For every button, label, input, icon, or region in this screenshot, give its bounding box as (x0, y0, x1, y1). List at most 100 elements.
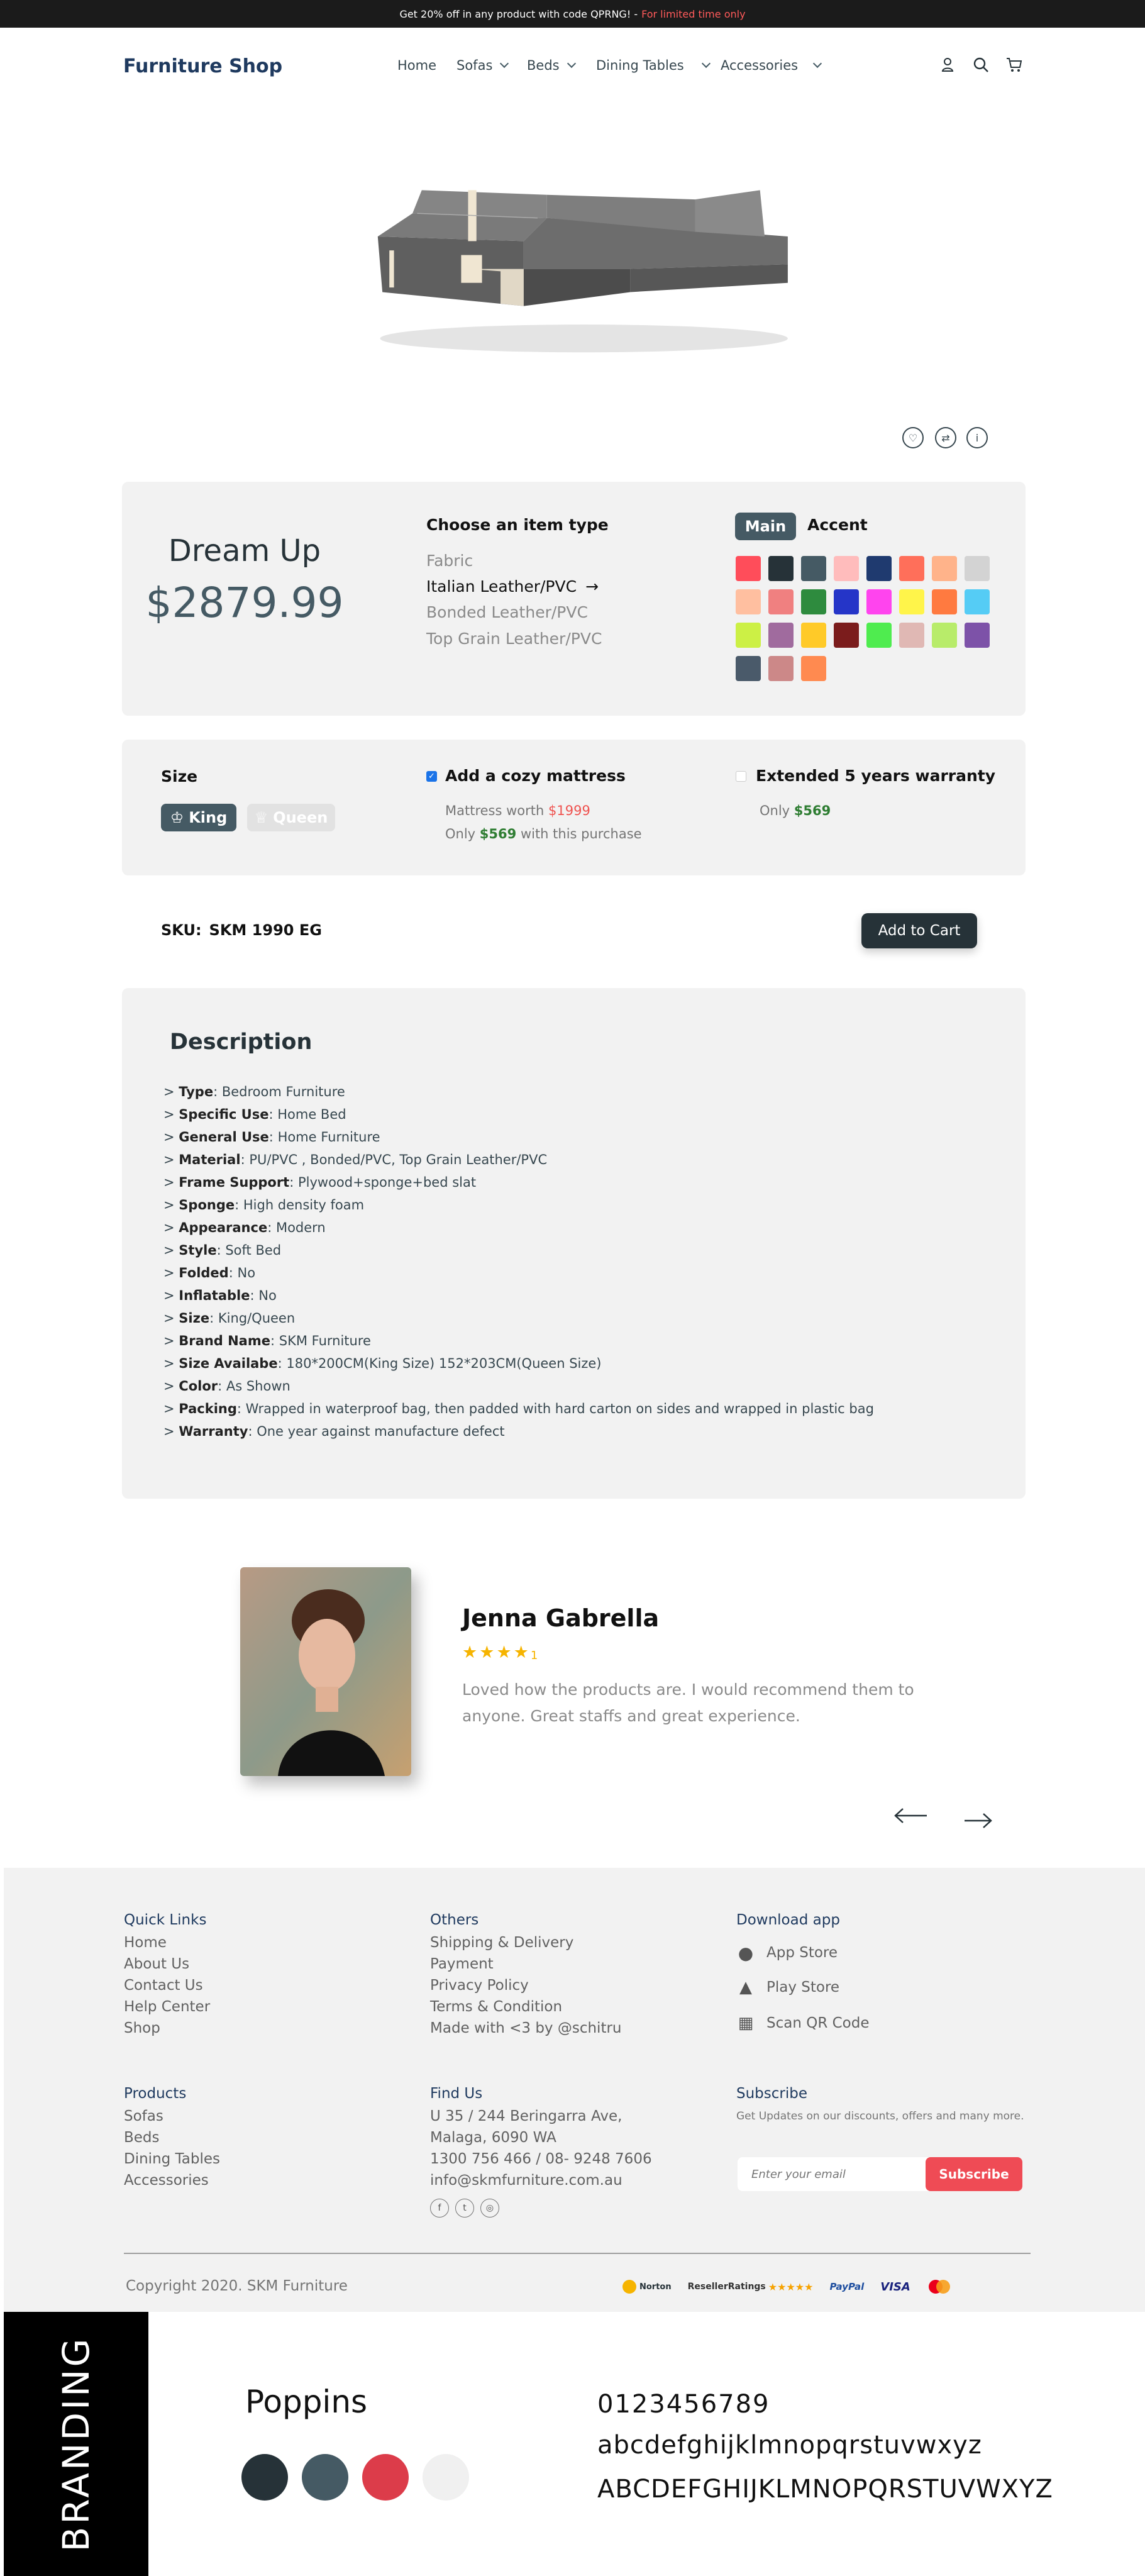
nav-sofas[interactable]: Sofas (456, 58, 509, 73)
color-swatch[interactable] (899, 623, 924, 648)
color-swatch[interactable] (736, 589, 761, 614)
reseller-ratings-badge: ResellerRatings ★★★★★ (688, 2281, 814, 2293)
color-tab-main[interactable]: Main (735, 513, 796, 540)
item-type-top-grain-leather[interactable]: Top Grain Leather/PVC (426, 630, 602, 648)
color-swatch[interactable] (801, 623, 826, 648)
color-swatch[interactable] (866, 589, 892, 614)
compare-icon[interactable]: ⇄ (935, 427, 956, 448)
site-logo[interactable]: Furniture Shop (123, 55, 282, 77)
description-value: Modern (275, 1220, 326, 1235)
color-swatch[interactable] (932, 556, 957, 581)
item-type-bonded-leather[interactable]: Bonded Leather/PVC (426, 603, 588, 621)
play-store-label: Play Store (766, 1979, 840, 1996)
size-king-button[interactable]: ♔ King (161, 804, 236, 831)
android-icon: ▲ (739, 1978, 752, 1997)
footer-link[interactable]: Malaga, 6090 WA (430, 2127, 652, 2148)
color-swatch[interactable] (965, 623, 990, 648)
footer-link[interactable]: Dining Tables (124, 2148, 220, 2170)
apple-icon: ● (738, 1942, 754, 1963)
color-swatch[interactable] (965, 556, 990, 581)
footer-link[interactable]: info@skmfurniture.com.au (430, 2170, 652, 2191)
twitter-icon[interactable]: t (455, 2199, 474, 2218)
footer-link[interactable]: 1300 756 466 / 08- 9248 7606 (430, 2148, 652, 2170)
facebook-icon[interactable]: f (430, 2199, 449, 2218)
item-type-fabric[interactable]: Fabric (426, 552, 473, 570)
product-name: Dream Up (168, 533, 321, 569)
footer-link[interactable]: Home (124, 1932, 210, 1953)
color-swatch[interactable] (834, 589, 859, 614)
mattress-checkbox[interactable]: ✓ (426, 771, 437, 782)
subscribe-button[interactable]: Subscribe (926, 2157, 1022, 2191)
color-swatch[interactable] (736, 656, 761, 681)
footer-link[interactable]: Privacy Policy (430, 1975, 622, 1996)
color-swatch[interactable] (736, 556, 761, 581)
color-swatch[interactable] (834, 556, 859, 581)
cart-icon[interactable] (1005, 55, 1024, 74)
add-to-cart-button[interactable]: Add to Cart (861, 913, 977, 948)
footer-link[interactable]: Contact Us (124, 1975, 210, 1996)
heart-icon[interactable]: ♡ (902, 427, 924, 448)
paypal-logo: PayPal (829, 2281, 865, 2292)
color-swatch[interactable] (834, 623, 859, 648)
nav-accessories[interactable]: Accessories (721, 58, 822, 73)
warranty-price: $569 (794, 803, 831, 818)
footer-link[interactable]: Shop (124, 2018, 210, 2039)
scan-qr-link[interactable]: ▦ Scan QR Code (736, 2012, 870, 2034)
nav-beds[interactable]: Beds (527, 58, 576, 73)
color-swatch[interactable] (801, 589, 826, 614)
nav-sofas-label: Sofas (456, 58, 493, 73)
color-swatch[interactable] (736, 623, 761, 648)
user-icon[interactable] (938, 55, 957, 74)
footer-link[interactable]: Beds (124, 2127, 220, 2148)
app-store-link[interactable]: ● App Store (736, 1942, 838, 1963)
color-swatch[interactable] (899, 589, 924, 614)
nav-home[interactable]: Home (397, 58, 436, 73)
color-swatch[interactable] (932, 589, 957, 614)
footer-link[interactable]: Made with <3 by @schitru (430, 2018, 622, 2039)
crown-icon: ♔ (170, 809, 184, 826)
color-swatch[interactable] (768, 656, 794, 681)
review-next-arrow-icon[interactable] (963, 1813, 992, 1829)
description-key: Size (179, 1311, 210, 1326)
color-swatch[interactable] (801, 656, 826, 681)
play-store-link[interactable]: ▲ Play Store (736, 1977, 839, 1998)
color-swatch[interactable] (866, 623, 892, 648)
footer-link[interactable]: Help Center (124, 1996, 210, 2018)
subscribe-email-input[interactable] (738, 2157, 932, 2191)
color-swatch[interactable] (899, 556, 924, 581)
description-value: As Shown (226, 1379, 290, 1394)
color-swatch[interactable] (768, 589, 794, 614)
footer-link[interactable]: Shipping & Delivery (430, 1932, 622, 1953)
warranty-checkbox[interactable] (736, 771, 746, 782)
description-value: One year against manufacture defect (257, 1424, 505, 1439)
chevron-down-icon (813, 58, 822, 69)
nav-dining-tables[interactable]: Dining Tables (596, 58, 711, 73)
rating-label: 1 (530, 1649, 538, 1662)
review-prev-arrow-icon[interactable] (893, 1807, 928, 1824)
color-swatch[interactable] (768, 623, 794, 648)
color-swatch[interactable] (801, 556, 826, 581)
footer-link[interactable]: U 35 / 244 Beringarra Ave, (430, 2106, 652, 2127)
color-swatch[interactable] (866, 556, 892, 581)
color-tab-accent[interactable]: Accent (807, 516, 868, 534)
branding-uppercase: ABCDEFGHIJKLMNOPQRSTUVWXYZ (597, 2475, 1053, 2504)
footer-link[interactable]: About Us (124, 1953, 210, 1975)
color-swatch[interactable] (965, 589, 990, 614)
color-swatch[interactable] (768, 556, 794, 581)
color-swatch[interactable] (932, 623, 957, 648)
footer-link[interactable]: Terms & Condition (430, 1996, 622, 2018)
reseller-stars: ★★★★★ (768, 2280, 814, 2293)
app-store-label: App Store (766, 1945, 838, 1961)
footer-subscribe: Subscribe Get Updates on our discounts, … (736, 2085, 1032, 2124)
size-queen-button[interactable]: ♕ Queen (247, 804, 335, 831)
quick-links-heading: Quick Links (124, 1912, 207, 1928)
footer-link[interactable]: Accessories (124, 2170, 220, 2191)
footer-link[interactable]: Sofas (124, 2106, 220, 2127)
search-icon[interactable] (971, 55, 990, 74)
quick-links-list: Home About Us Contact Us Help Center Shop (124, 1932, 210, 2039)
star-icon: ★ (462, 1643, 478, 1662)
info-icon[interactable]: i (966, 427, 988, 448)
item-type-italian-leather[interactable]: Italian Leather/PVC → (426, 577, 599, 596)
instagram-icon[interactable]: ◎ (480, 2199, 499, 2218)
footer-link[interactable]: Payment (430, 1953, 622, 1975)
